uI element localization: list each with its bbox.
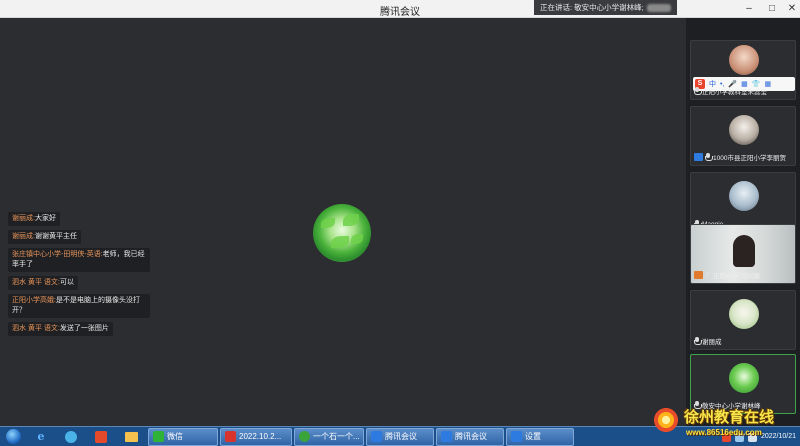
folder-icon[interactable] [116,428,146,446]
participant-video-tile[interactable]: 正阳小学 冯兴敏 [690,224,796,284]
participant-avatar [729,45,759,75]
taskbar-settings[interactable]: 设置 [506,427,574,446]
participant-label: 正阳小学 冯兴敏 [694,270,760,280]
mic-icon [705,271,713,279]
mic-icon [694,337,702,345]
participant-name: 正阳小学教科室朱蕊莹 [702,89,767,96]
taskbar-tencent-meeting[interactable]: 腾讯会议 [436,427,504,446]
taskbar-label: 一个石一个... [313,432,360,441]
user-badge-icon [694,153,703,161]
watermark: 徐州教育在线 www.86516edu.com [650,404,800,446]
chat-sender: 泗水 黄平 语文: [12,279,60,286]
participant-panel: S 中 •, 🎤 ▦ 👕 ▦ 正阳小学教科室朱蕊莹 1000市县正阳小学李丽贺 … [686,18,800,426]
chat-message: 泗水 黄平 语文: 发送了一张图片 [8,322,113,336]
taskbar-tencent-meeting[interactable]: 腾讯会议 [366,427,434,446]
participant-avatar [729,181,759,211]
chat-sender: 正阳小学高娥: [12,297,56,304]
participant-name: 正阳小学 冯兴敏 [713,273,761,280]
chat-sender: 张庄镇中心小学-田明侠-英语: [12,251,103,258]
participant-label: 谢丽成 [694,336,722,346]
chat-sender: 泗水 黄平 语文: [12,325,60,332]
taskbar-label: 腾讯会议 [385,432,417,441]
participant-name: 1000市县正阳小学李丽贺 [713,155,786,162]
participant-avatar [729,363,759,393]
taskbar-wechat[interactable]: 微信 [148,427,218,446]
speaking-indicator: 正在讲话: 敬安中心小学谢林峰; [534,0,677,15]
chat-message: 谢丽成: 大家好 [8,212,60,226]
chat-text: 可以 [59,279,74,286]
chat-text: 大家好 [34,215,56,222]
chat-message: 张庄镇中心小学-田明侠-英语: 老师，我已经率手了 [8,248,150,272]
chat-message: 谢丽成: 谢谢黄平主任 [8,230,81,244]
office-icon[interactable] [86,428,116,446]
participant-name: 谢丽成 [702,339,722,346]
participant-label: 1000市县正阳小学李丽贺 [694,152,786,162]
taskbar-label: 微信 [167,432,183,441]
minimize-button[interactable]: – [740,2,758,16]
participant-tile[interactable]: 1000市县正阳小学李丽贺 [690,106,796,166]
mic-icon [694,87,702,95]
ie-icon[interactable]: e [26,428,56,446]
taskbar-label: 2022.10.2... [239,432,282,441]
participant-tile[interactable]: 谢丽成 [690,290,796,350]
chat-text: 谢谢黄平主任 [34,233,77,240]
chat-text: 发送了一张图片 [59,325,109,332]
blurred-name [646,4,671,13]
mic-icon [705,153,713,161]
participant-tile[interactable]: Maggie [690,172,796,232]
chat-message: 泗水 黄平 语文: 可以 [8,276,78,290]
participant-tile[interactable]: S 中 •, 🎤 ▦ 👕 ▦ 正阳小学教科室朱蕊莹 [690,40,796,100]
speaking-label: 正在讲话: 敬安中心小学谢林峰; [540,3,644,12]
participant-avatar [729,299,759,329]
title-bar: 腾讯会议 正在讲话: 敬安中心小学谢林峰; – □ ✕ [0,0,800,18]
leaf-decoration [351,234,363,244]
taskbar-wps[interactable]: 2022.10.2... [220,427,292,446]
participant-video [733,235,755,267]
tencent-meeting-icon [511,431,522,442]
taskbar-label: 设置 [525,432,541,441]
chat-sender: 谢丽成: [12,215,35,222]
tencent-meeting-icon [441,431,452,442]
watermark-title: 徐州教育在线 [684,408,775,426]
wechat-icon [153,431,164,442]
user-badge-icon [694,271,703,279]
app-icon [299,431,310,442]
chat-list: 谢丽成: 大家好 谢丽成: 谢谢黄平主任 张庄镇中心小学-田明侠-英语: 老师，… [8,212,158,340]
participant-label: 正阳小学教科室朱蕊莹 [694,86,767,96]
taskbar-app[interactable]: 一个石一个... [294,427,364,446]
wps-icon [225,431,236,442]
close-button[interactable]: ✕ [783,2,800,16]
leaf-decoration [321,218,335,228]
window-title: 腾讯会议 [380,7,420,18]
speaker-avatar [313,204,371,262]
app-icon[interactable] [56,428,86,446]
leaf-decoration [331,236,349,248]
chat-message: 正阳小学高娥: 是不是电脑上的摄像头没打开？ [8,294,150,318]
windows-logo-icon [5,429,21,444]
leaf-decoration [343,214,359,226]
flower-logo-icon [652,406,680,434]
chat-sender: 谢丽成: [12,233,35,240]
start-button[interactable] [0,427,26,446]
maximize-button[interactable]: □ [763,2,781,16]
watermark-url: www.86516edu.com [686,428,762,437]
tencent-meeting-icon [371,431,382,442]
participant-avatar [729,115,759,145]
taskbar-label: 腾讯会议 [455,432,487,441]
